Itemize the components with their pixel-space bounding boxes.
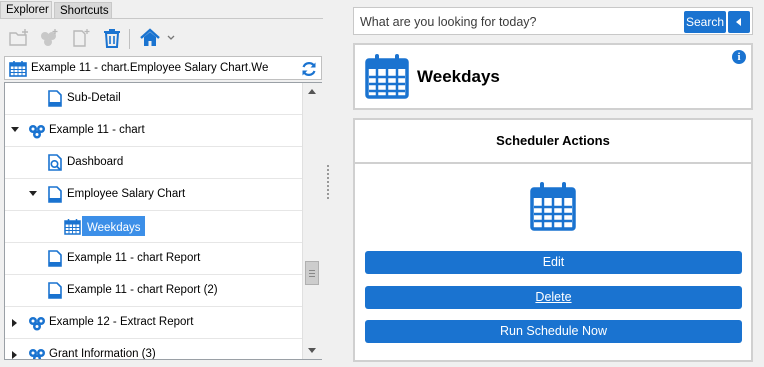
tree-item[interactable]: Example 12 - Extract Report bbox=[5, 307, 304, 339]
new-folder-icon[interactable] bbox=[8, 28, 30, 48]
tree-item[interactable]: Example 11 - chart Report bbox=[5, 243, 304, 275]
explorer-tree: Sub-Detail Example 11 - chart Dashboard … bbox=[4, 82, 322, 360]
search-input[interactable] bbox=[358, 12, 682, 32]
tab-explorer[interactable]: Explorer bbox=[0, 1, 52, 18]
tree-item[interactable]: Example 11 - chart bbox=[5, 115, 304, 147]
chevron-right-icon[interactable] bbox=[12, 319, 17, 327]
document-icon bbox=[47, 186, 63, 203]
tree-item[interactable]: Employee Salary Chart bbox=[5, 179, 304, 211]
chevron-down-icon[interactable] bbox=[29, 191, 37, 196]
chevron-left-icon bbox=[736, 18, 741, 26]
calendar-icon bbox=[530, 181, 576, 234]
dashboard-icon bbox=[47, 154, 63, 171]
tree-item-label: Dashboard bbox=[67, 156, 124, 168]
tree-scrollbar[interactable] bbox=[302, 83, 322, 359]
scheduler-actions-card: Scheduler Actions Edit Delete Run Schedu… bbox=[353, 118, 753, 362]
tree-item-label: Employee Salary Chart bbox=[67, 188, 186, 200]
run-schedule-now-button[interactable]: Run Schedule Now bbox=[365, 320, 742, 343]
tree-item-label: Example 12 - Extract Report bbox=[49, 316, 194, 328]
tree-item-label: Example 11 - chart Report (2) bbox=[67, 284, 218, 296]
tree-item[interactable]: Dashboard bbox=[5, 147, 304, 179]
path-text: Example 11 - chart.Employee Salary Chart… bbox=[31, 62, 269, 74]
tree-item-label: Sub-Detail bbox=[67, 92, 121, 104]
toolbar-separator bbox=[129, 29, 130, 49]
document-icon bbox=[47, 250, 63, 267]
section-heading: Scheduler Actions bbox=[355, 120, 751, 164]
tree-item-label: Grant Information (3) bbox=[49, 348, 156, 360]
calendar-icon bbox=[365, 53, 409, 102]
item-title-card: Weekdays i bbox=[353, 43, 753, 110]
delete-icon[interactable] bbox=[101, 28, 123, 48]
home-icon[interactable] bbox=[139, 28, 179, 48]
info-icon[interactable]: i bbox=[732, 50, 746, 64]
scroll-up-icon[interactable] bbox=[308, 89, 316, 94]
cubes-icon bbox=[28, 122, 46, 139]
panel-splitter[interactable] bbox=[327, 165, 330, 205]
tree-item[interactable]: Example 11 - chart Report (2) bbox=[5, 275, 304, 307]
refresh-icon[interactable] bbox=[300, 60, 318, 81]
collapse-panel-button[interactable] bbox=[728, 11, 750, 33]
current-path-bar: Example 11 - chart.Employee Salary Chart… bbox=[4, 56, 322, 80]
scrollbar-thumb[interactable] bbox=[305, 261, 319, 285]
chevron-right-icon[interactable] bbox=[12, 351, 17, 359]
calendar-icon bbox=[9, 60, 27, 80]
cubes-icon bbox=[28, 314, 46, 331]
tree-item-label: Weekdays bbox=[82, 216, 146, 236]
search-bar: Search bbox=[353, 7, 753, 35]
new-item-icon[interactable] bbox=[70, 28, 92, 48]
copy-icon[interactable] bbox=[38, 28, 60, 48]
tree-item-label: Example 11 - chart Report bbox=[67, 252, 201, 264]
edit-button[interactable]: Edit bbox=[365, 251, 742, 274]
tree-item-selected[interactable]: Weekdays bbox=[5, 211, 304, 243]
page-title: Weekdays bbox=[417, 67, 500, 86]
search-button[interactable]: Search bbox=[684, 11, 726, 33]
document-icon bbox=[47, 90, 63, 107]
explorer-toolbar bbox=[0, 20, 323, 54]
document-icon bbox=[47, 282, 63, 299]
tree-item-label: Example 11 - chart bbox=[49, 124, 145, 136]
delete-button[interactable]: Delete bbox=[365, 286, 742, 309]
tree-item[interactable]: Grant Information (3) bbox=[5, 339, 304, 360]
tree-item[interactable]: Sub-Detail bbox=[5, 83, 304, 115]
tab-shortcuts[interactable]: Shortcuts bbox=[54, 2, 112, 18]
calendar-icon bbox=[64, 218, 81, 235]
scroll-down-icon[interactable] bbox=[308, 348, 316, 353]
chevron-down-icon[interactable] bbox=[11, 127, 19, 132]
cubes-icon bbox=[28, 346, 46, 359]
